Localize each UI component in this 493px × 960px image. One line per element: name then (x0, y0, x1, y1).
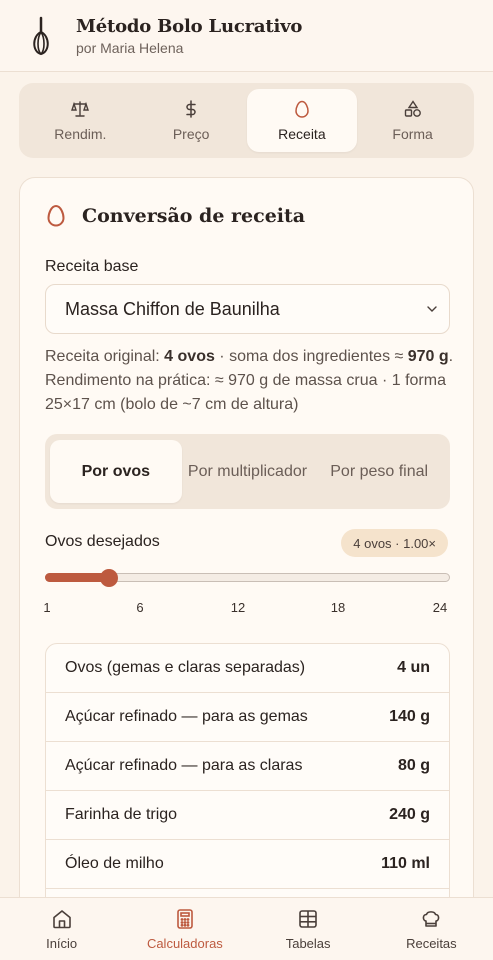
base-recipe-value: Massa Chiffon de Baunilha (65, 298, 280, 319)
mode-por-multiplicador[interactable]: Por multiplicador (182, 440, 314, 503)
app-header: Método Bolo Lucrativo por Maria Helena (0, 0, 493, 72)
tab-label: Rendim. (54, 125, 107, 142)
whisk-icon (33, 16, 49, 55)
nav-tabelas[interactable]: Tabelas (247, 898, 370, 960)
chef-hat-icon (423, 910, 440, 927)
card-title-text: Conversão de receita (82, 205, 306, 227)
slider-tick: 1 (43, 600, 51, 615)
chevron-down-icon (427, 306, 437, 312)
ingredient-name: Açúcar refinado — para as gemas (65, 708, 308, 725)
home-icon (52, 909, 71, 928)
scale-icon (71, 100, 90, 117)
tab-label: Preço (172, 125, 210, 142)
info-weight: 970 g (407, 348, 449, 365)
recipe-conversion-card: Conversão de receita Receita base Massa … (19, 177, 474, 943)
ingredient-row: Açúcar refinado — para as gemas 140 g (46, 693, 449, 742)
nav-label: Calculadoras (146, 935, 223, 951)
dollar-icon (186, 99, 196, 118)
mode-por-peso-final[interactable]: Por peso final (313, 440, 445, 503)
calculator-icon (177, 908, 193, 929)
calculator-tabs: Rendim. Preço Receita Forma (19, 83, 474, 158)
slider-thumb[interactable] (100, 569, 118, 587)
ingredient-amount: 240 g (389, 806, 430, 823)
nav-label: Início (46, 935, 78, 951)
bottom-nav: Início Calculadoras Tabelas Receitas (0, 897, 493, 960)
eggs-slider[interactable] (45, 568, 450, 588)
ingredient-row: Farinha de trigo 240 g (46, 791, 449, 840)
nav-receitas[interactable]: Receitas (370, 898, 493, 960)
ingredient-amount: 140 g (389, 708, 430, 725)
info-text-1: Receita original: (45, 348, 165, 365)
tab-label: Receita (278, 125, 326, 142)
ingredient-amount: 80 g (397, 757, 430, 774)
nav-label: Tabelas (285, 935, 331, 951)
slider-tick: 12 (230, 600, 246, 615)
tab-preco[interactable]: Preço (136, 89, 247, 152)
slider-ticks: 1 6 12 18 24 (43, 600, 450, 616)
ingredient-amount: 110 ml (381, 855, 430, 872)
nav-calculadoras[interactable]: Calculadoras (123, 898, 246, 960)
shapes-icon (404, 99, 421, 117)
desired-eggs-label: Ovos desejados (45, 533, 160, 550)
slider-tick: 24 (432, 600, 448, 615)
info-eggs: 4 ovos (164, 348, 215, 365)
brand: Método Bolo Lucrativo por Maria Helena (76, 16, 302, 56)
ingredient-row: Óleo de milho 110 ml (46, 840, 449, 889)
card-title: Conversão de receita (46, 204, 305, 228)
ingredient-row: Ovos (gemas e claras separadas) 4 un (46, 644, 449, 693)
tab-forma[interactable]: Forma (357, 89, 468, 152)
original-recipe-info: Receita original: 4 ovos · soma dos ingr… (45, 345, 455, 417)
nav-inicio[interactable]: Início (0, 898, 123, 960)
base-recipe-label: Receita base (45, 258, 139, 275)
conversion-mode-tabs: Por ovos Por multiplicador Por peso fina… (45, 434, 450, 509)
tab-rendimento[interactable]: Rendim. (25, 89, 136, 152)
egg-icon (295, 100, 309, 118)
ingredient-name: Farinha de trigo (65, 806, 178, 823)
app-subtitle: por Maria Helena (76, 39, 184, 56)
ingredient-name: Açúcar refinado — para as claras (65, 757, 303, 774)
nav-label: Receitas (406, 935, 457, 951)
ingredient-amount: 4 un (397, 659, 430, 676)
table-icon (299, 909, 317, 928)
mode-por-ovos[interactable]: Por ovos (50, 440, 182, 503)
slider-tick: 6 (136, 600, 144, 615)
app-title: Método Bolo Lucrativo (76, 15, 303, 37)
info-text-2: · soma dos ingredientes ≈ (214, 348, 408, 365)
tab-receita[interactable]: Receita (246, 89, 358, 152)
ingredient-name: Ovos (gemas e claras separadas) (65, 659, 306, 676)
ingredient-name: Óleo de milho (65, 855, 164, 872)
desired-eggs-badge: 4 ovos · 1.00× (341, 529, 448, 557)
tab-label: Forma (392, 125, 433, 142)
base-recipe-select[interactable]: Massa Chiffon de Baunilha (45, 284, 450, 334)
slider-tick: 18 (330, 600, 346, 615)
ingredient-row: Açúcar refinado — para as claras 80 g (46, 742, 449, 791)
egg-icon (47, 204, 65, 227)
